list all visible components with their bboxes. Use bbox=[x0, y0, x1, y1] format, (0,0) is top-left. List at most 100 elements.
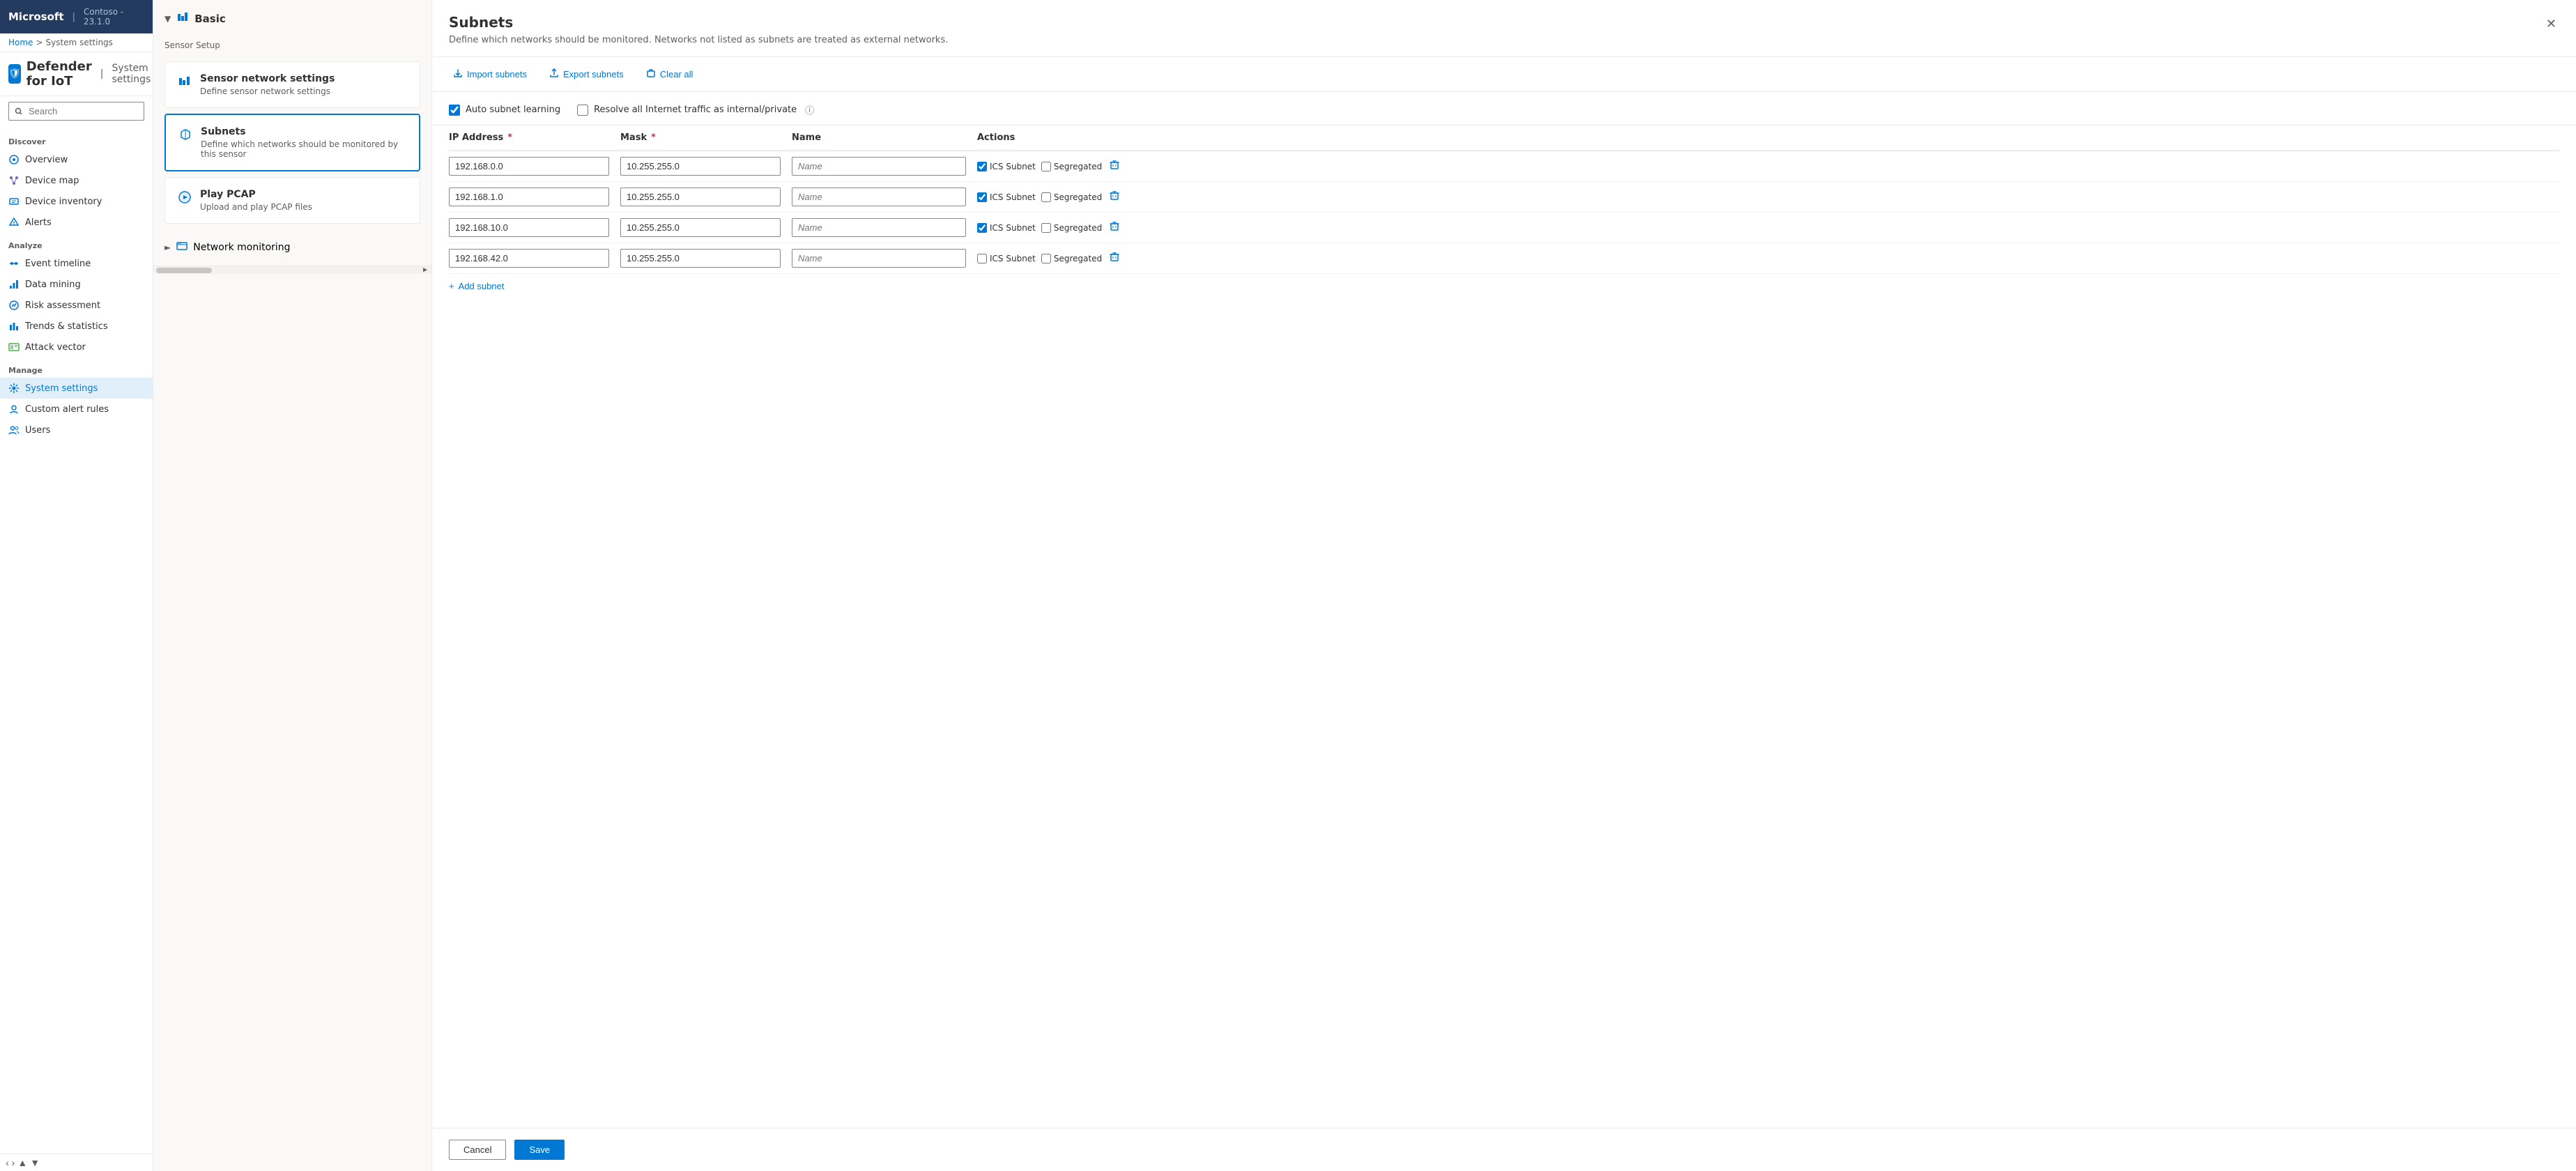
sidebar-item-trends-statistics[interactable]: Trends & statistics bbox=[0, 316, 153, 337]
search-input[interactable] bbox=[8, 102, 144, 121]
sidebar-item-system-settings[interactable]: System settings bbox=[0, 378, 153, 399]
name-input-4[interactable] bbox=[792, 249, 966, 268]
name-input-1[interactable] bbox=[792, 157, 966, 176]
card-title: Play PCAP bbox=[200, 189, 312, 200]
segregated-text-2: Segregated bbox=[1054, 192, 1102, 202]
ics-subnet-text-2: ICS Subnet bbox=[990, 192, 1036, 202]
mask-input-1[interactable] bbox=[620, 157, 781, 176]
info-icon: ⓘ bbox=[805, 103, 814, 116]
subnets-table: IP Address * Mask * Name Actions bbox=[432, 125, 2576, 1128]
col-header-mask: Mask * bbox=[620, 132, 781, 143]
clear-all-label: Clear all bbox=[660, 69, 693, 79]
table-header-row: IP Address * Mask * Name Actions bbox=[449, 125, 2559, 151]
name-cell-4 bbox=[792, 249, 966, 268]
nav-scroll-down-btn[interactable]: ▼ bbox=[30, 1157, 40, 1168]
delete-row-1-btn[interactable] bbox=[1107, 158, 1121, 175]
resolve-internet-traffic-checkbox[interactable] bbox=[577, 105, 588, 116]
section-collapse-btn[interactable]: ▼ bbox=[164, 14, 171, 24]
cancel-btn[interactable]: Cancel bbox=[449, 1140, 506, 1160]
nav-collapse-right-btn[interactable]: › bbox=[12, 1157, 15, 1168]
ip-input-3[interactable] bbox=[449, 218, 609, 237]
table-row: ICS Subnet Segregated bbox=[449, 243, 2559, 274]
play-pcap-card[interactable]: Play PCAP Upload and play PCAP files bbox=[164, 177, 420, 224]
ip-input-4[interactable] bbox=[449, 249, 609, 268]
sidebar-item-label: Trends & statistics bbox=[25, 321, 108, 332]
auto-subnet-learning-checkbox[interactable] bbox=[449, 105, 460, 116]
mask-input-2[interactable] bbox=[620, 187, 781, 206]
sidebar-item-label: Device map bbox=[25, 176, 79, 186]
ics-subnet-text-3: ICS Subnet bbox=[990, 223, 1036, 233]
network-monitoring-expand-icon: ► bbox=[164, 243, 171, 252]
sidebar-item-overview[interactable]: Overview bbox=[0, 149, 153, 170]
segregated-checkbox-2[interactable] bbox=[1041, 192, 1051, 202]
mask-input-3[interactable] bbox=[620, 218, 781, 237]
ics-subnet-checkbox-1[interactable] bbox=[977, 162, 987, 171]
name-input-3[interactable] bbox=[792, 218, 966, 237]
sidebar-item-alerts[interactable]: Alerts bbox=[0, 212, 153, 233]
export-icon bbox=[549, 68, 559, 80]
ip-input-2[interactable] bbox=[449, 187, 609, 206]
ics-subnet-label-3[interactable]: ICS Subnet bbox=[977, 223, 1036, 233]
ics-subnet-label-2[interactable]: ICS Subnet bbox=[977, 192, 1036, 202]
event-timeline-icon bbox=[8, 258, 20, 269]
sidebar-item-event-timeline[interactable]: Event timeline bbox=[0, 253, 153, 274]
segregated-label-3[interactable]: Segregated bbox=[1041, 223, 1102, 233]
segregated-label-4[interactable]: Segregated bbox=[1041, 254, 1102, 263]
save-btn[interactable]: Save bbox=[514, 1140, 565, 1160]
auto-subnet-learning-label[interactable]: Auto subnet learning bbox=[449, 105, 560, 116]
delete-row-4-btn[interactable] bbox=[1107, 250, 1121, 267]
import-subnets-btn[interactable]: Import subnets bbox=[449, 66, 531, 83]
sidebar-item-risk-assessment[interactable]: Risk assessment bbox=[0, 295, 153, 316]
ip-input-1[interactable] bbox=[449, 157, 609, 176]
name-input-2[interactable] bbox=[792, 187, 966, 206]
table-row: ICS Subnet Segregated bbox=[449, 151, 2559, 182]
device-map-icon bbox=[8, 175, 20, 186]
app-title-divider: | bbox=[100, 68, 104, 79]
app-subtitle: System settings bbox=[112, 63, 151, 85]
sidebar-item-label: Alerts bbox=[25, 217, 52, 228]
breadcrumb-home[interactable]: Home bbox=[8, 38, 33, 47]
resolve-internet-traffic-label[interactable]: Resolve all Internet traffic as internal… bbox=[577, 103, 814, 116]
clear-all-btn[interactable]: Clear all bbox=[642, 66, 698, 83]
sidebar-item-custom-alert-rules[interactable]: Custom alert rules bbox=[0, 399, 153, 420]
segregated-checkbox-1[interactable] bbox=[1041, 162, 1051, 171]
sidebar-item-users[interactable]: Users bbox=[0, 420, 153, 441]
mask-required-star: * bbox=[651, 132, 656, 143]
subnets-card[interactable]: Subnets Define which networks should be … bbox=[164, 114, 420, 171]
nav-scroll-up-btn[interactable]: ▲ bbox=[17, 1157, 27, 1168]
col-header-mask-label: Mask bbox=[620, 132, 647, 143]
sidebar-item-attack-vector[interactable]: Attack vector bbox=[0, 337, 153, 358]
export-subnets-btn[interactable]: Export subnets bbox=[545, 66, 628, 83]
nav-collapse-left-btn[interactable]: ‹ bbox=[6, 1157, 9, 1168]
delete-row-3-btn[interactable] bbox=[1107, 219, 1121, 236]
ics-subnet-checkbox-4[interactable] bbox=[977, 254, 987, 263]
sensor-network-settings-card[interactable]: Sensor network settings Define sensor ne… bbox=[164, 61, 420, 108]
scroll-thumb bbox=[156, 268, 212, 273]
close-drawer-btn[interactable]: ✕ bbox=[2543, 14, 2559, 34]
segregated-checkbox-4[interactable] bbox=[1041, 254, 1051, 263]
basic-section-title: Basic bbox=[194, 13, 226, 25]
sidebar-item-data-mining[interactable]: Data mining bbox=[0, 274, 153, 295]
scroll-right-btn[interactable]: ► bbox=[422, 266, 429, 274]
sidebar-item-device-inventory[interactable]: Device inventory bbox=[0, 191, 153, 212]
sidebar-item-label: System settings bbox=[25, 383, 98, 394]
table-row: ICS Subnet Segregated bbox=[449, 182, 2559, 213]
add-subnet-btn[interactable]: + Add subnet bbox=[449, 274, 504, 298]
attack-vector-icon bbox=[8, 342, 20, 353]
network-monitoring-icon bbox=[176, 240, 187, 254]
ics-subnet-checkbox-3[interactable] bbox=[977, 223, 987, 233]
network-monitoring-section[interactable]: ► Network monitoring bbox=[153, 229, 431, 266]
delete-row-2-btn[interactable] bbox=[1107, 188, 1121, 206]
ics-subnet-label-1[interactable]: ICS Subnet bbox=[977, 162, 1036, 171]
ics-subnet-checkbox-2[interactable] bbox=[977, 192, 987, 202]
table-row: ICS Subnet Segregated bbox=[449, 213, 2559, 243]
mask-cell-4 bbox=[620, 249, 781, 268]
segregated-checkbox-3[interactable] bbox=[1041, 223, 1051, 233]
horizontal-scrollbar[interactable]: ► bbox=[153, 266, 431, 274]
mask-cell-1 bbox=[620, 157, 781, 176]
segregated-label-1[interactable]: Segregated bbox=[1041, 162, 1102, 171]
ics-subnet-label-4[interactable]: ICS Subnet bbox=[977, 254, 1036, 263]
mask-input-4[interactable] bbox=[620, 249, 781, 268]
sidebar-item-device-map[interactable]: Device map bbox=[0, 170, 153, 191]
segregated-label-2[interactable]: Segregated bbox=[1041, 192, 1102, 202]
